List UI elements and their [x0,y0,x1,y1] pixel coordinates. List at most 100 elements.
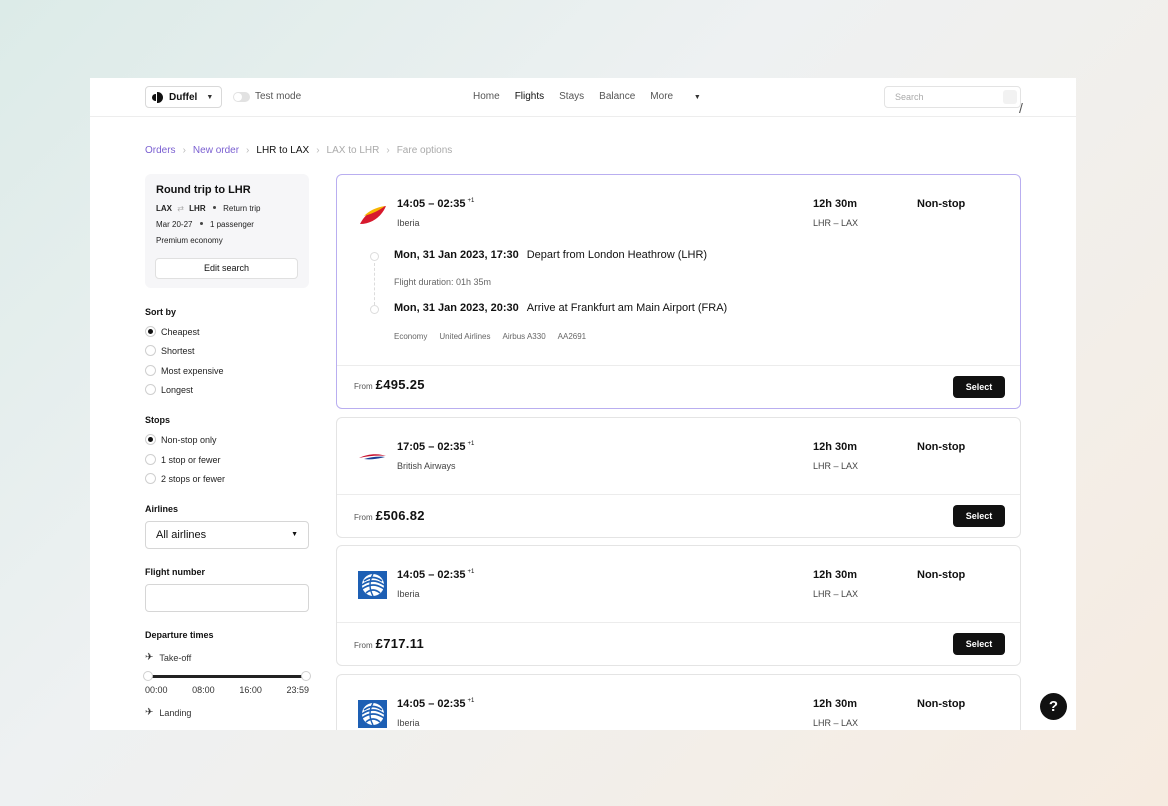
breadcrumb-next: LAX to LHR [326,145,380,156]
offer-duration: 12h 30m [813,698,858,710]
offer-price: £506.82 [375,508,425,523]
meta-aircraft: Airbus A330 [502,332,546,341]
day-offset: +1 [467,569,475,576]
search-input[interactable]: Search [884,86,1021,108]
from-label: From [354,513,373,522]
sort-option-longest[interactable]: Longest [145,384,193,395]
sort-option-most-expensive[interactable]: Most expensive [145,365,224,376]
airlines-title: Airlines [145,504,179,514]
slider-handle-end[interactable] [301,671,311,681]
top-bar: Duffel ▼ Test mode Home Flights Stays Ba… [90,78,1076,117]
divider [337,622,1020,623]
stops-label: 1 stop or fewer [161,454,221,465]
depart-time: Mon, 31 Jan 2023, 17:30 [394,249,519,261]
radio-icon [145,365,156,376]
offer-times-text: 14:05 – 02:35 [397,569,466,581]
help-button[interactable]: ? [1040,693,1067,720]
select-button[interactable]: Select [953,505,1005,527]
nav-stays[interactable]: Stays [559,91,584,102]
offer-times-text: 14:05 – 02:35 [397,698,466,710]
arrive-text: Arrive at Frankfurt am Main Airport (FRA… [526,302,728,314]
from-label: From [354,641,373,650]
trip-passengers: 1 passenger [209,220,254,229]
offer-route: LHR – LAX [813,461,859,471]
stops-option-two[interactable]: 2 stops or fewer [145,473,225,484]
depart-text: Depart from London Heathrow (LHR) [526,249,708,261]
tick-label: 00:00 [145,685,168,695]
swap-arrows-icon: ⇄ [177,204,184,213]
flight-duration: Flight duration: 01h 35m [394,277,492,287]
radio-icon [145,473,156,484]
takeoff-ticks: 00:00 08:00 16:00 23:59 [145,685,309,695]
iberia-logo-icon [360,206,386,224]
airlines-select[interactable]: All airlines ▼ [145,521,309,549]
trip-route: LAX ⇄ LHR Return trip [156,204,298,213]
meta-cabin: Economy [394,332,428,341]
select-button[interactable]: Select [953,376,1005,398]
offer-card[interactable]: 17:05 – 02:35 +1 British Airways 12h 30m … [336,417,1021,538]
trip-dates-line: Mar 20-27 1 passenger [156,220,298,229]
separator-dot [212,206,216,209]
offer-card[interactable]: 14:05 – 02:35 +1 Iberia 12h 30m LHR – LAX… [336,545,1021,666]
sort-label: Shortest [161,345,195,356]
sort-option-cheapest[interactable]: Cheapest [145,326,200,337]
duffel-logo-icon [152,91,163,103]
offer-times: 17:05 – 02:35 +1 [397,441,474,453]
nav-more[interactable]: More ▼ [650,91,716,102]
offer-times: 14:05 – 02:35 +1 [397,569,474,581]
nav-balance[interactable]: Balance [599,91,635,102]
org-switcher[interactable]: Duffel ▼ [145,86,222,108]
offer-route: LHR – LAX [813,218,859,228]
day-offset: +1 [467,198,475,205]
united-globe-logo-icon [358,700,387,728]
slider-handle-start[interactable] [143,671,153,681]
tick-label: 16:00 [239,685,262,695]
offer-airline: Iberia [397,218,420,228]
shortcut-key-icon [1003,90,1017,104]
edit-search-button[interactable]: Edit search [155,258,298,279]
breadcrumb-current: LHR to LAX [256,145,310,156]
stops-option-one[interactable]: 1 stop or fewer [145,454,221,465]
segment-arrive: Mon, 31 Jan 2023, 20:30 Arrive at Frankfu… [394,302,727,314]
nav-flights[interactable]: Flights [515,91,544,102]
british-airways-logo-icon [359,454,386,460]
chevron-right-icon: › [182,145,186,156]
takeoff-slider[interactable] [143,671,311,681]
radio-selected-icon [145,434,156,445]
stops-option-nonstop[interactable]: Non-stop only [145,434,217,445]
offer-route: LHR – LAX [813,718,859,728]
nav-home[interactable]: Home [473,91,500,102]
offer-price: £717.11 [375,636,425,651]
sort-option-shortest[interactable]: Shortest [145,345,195,356]
offer-card[interactable]: 14:05 – 02:35 +1 Iberia 12h 30m LHR – LAX… [336,174,1021,409]
trip-origin: LAX [156,204,172,213]
offer-card[interactable]: 14:05 – 02:35 +1 Iberia 12h 30m LHR – LAX… [336,674,1021,730]
day-offset: +1 [467,698,475,705]
breadcrumb: Orders › New order › LHR to LAX › LAX to… [145,145,452,156]
test-mode-toggle[interactable] [233,92,250,102]
breadcrumb-orders[interactable]: Orders [145,145,176,156]
sort-title: Sort by [145,307,177,317]
offer-times: 14:05 – 02:35 +1 [397,198,474,210]
flight-number-title: Flight number [145,567,205,577]
offer-price-row: From £717.11 [354,636,424,651]
sort-label: Longest [161,384,194,395]
offer-airline: Iberia [397,718,420,728]
stops-title: Stops [145,415,171,425]
offer-duration: 12h 30m [813,198,858,210]
offer-stops: Non-stop [917,441,966,453]
select-button[interactable]: Select [953,633,1005,655]
app-window: Duffel ▼ Test mode Home Flights Stays Ba… [90,78,1076,730]
timeline-dot [370,305,379,314]
offer-price: £495.25 [375,377,425,392]
offer-price-row: From £506.82 [354,508,425,523]
trip-destination: LHR [189,204,206,213]
flight-number-input[interactable] [145,584,309,612]
segment-meta: Economy United Airlines Airbus A330 AA26… [394,332,586,341]
chevron-down-icon: ▼ [693,94,701,101]
breadcrumb-fare: Fare options [396,145,453,156]
breadcrumb-new-order[interactable]: New order [193,145,239,156]
sort-label: Most expensive [161,365,224,376]
tick-label: 08:00 [192,685,215,695]
trip-dates: Mar 20-27 [156,220,193,229]
